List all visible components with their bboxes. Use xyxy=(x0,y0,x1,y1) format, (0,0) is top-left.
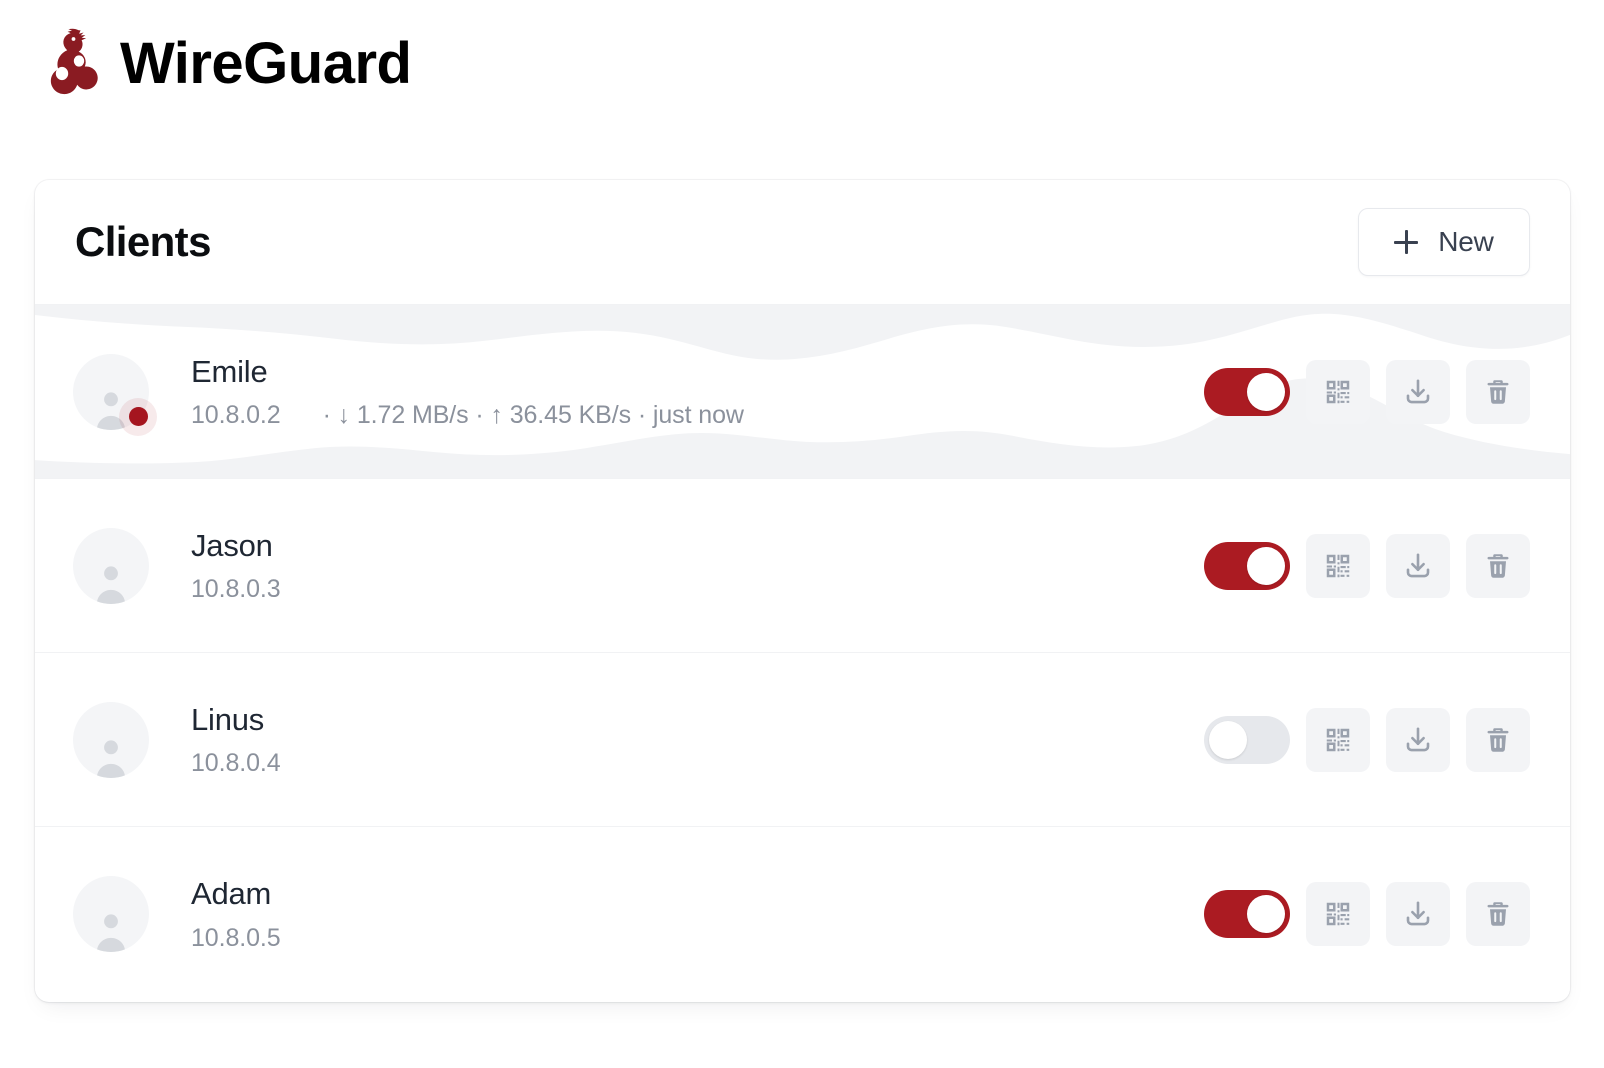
client-subline: 10.8.0.4 xyxy=(191,748,1204,778)
client-actions xyxy=(1204,533,1530,598)
client-row-content: Adam 10.8.0.5 xyxy=(73,875,1530,953)
toggle-knob xyxy=(1247,372,1285,411)
download-icon xyxy=(1403,725,1433,755)
add-client-button-label: New xyxy=(1438,226,1494,257)
download-icon xyxy=(1403,899,1433,929)
client-info: Jason 10.8.0.3 xyxy=(191,527,1204,605)
user-avatar-icon xyxy=(73,527,149,604)
avatar xyxy=(73,876,149,952)
show-qr-button[interactable] xyxy=(1306,359,1370,424)
status-dot-icon xyxy=(119,397,157,436)
client-row[interactable]: Emile 10.8.0.2 · ↓ 1.72 MB/s · ↑ 36.45 K… xyxy=(35,305,1570,479)
avatar xyxy=(73,353,157,436)
client-name: Emile xyxy=(191,353,268,389)
wireguard-dragon-logo-icon xyxy=(40,26,98,102)
client-actions xyxy=(1204,882,1530,946)
client-enable-toggle[interactable] xyxy=(1204,367,1290,416)
trash-icon xyxy=(1483,377,1513,407)
download-config-button[interactable] xyxy=(1386,359,1450,424)
client-ip: 10.8.0.2 xyxy=(191,401,281,430)
client-row[interactable]: Adam 10.8.0.5 xyxy=(35,827,1570,1001)
clients-card-header: Clients New xyxy=(35,180,1570,305)
client-subline: 10.8.0.2 · ↓ 1.72 MB/s · ↑ 36.45 KB/s · … xyxy=(191,400,1204,430)
user-avatar-icon xyxy=(73,701,149,778)
client-row-content: Jason 10.8.0.3 xyxy=(73,527,1530,605)
avatar xyxy=(73,701,149,778)
client-name: Adam xyxy=(191,876,272,912)
delete-client-button[interactable] xyxy=(1466,533,1530,598)
clients-list: Emile 10.8.0.2 · ↓ 1.72 MB/s · ↑ 36.45 K… xyxy=(35,305,1570,1001)
client-row-content: Emile 10.8.0.2 · ↓ 1.72 MB/s · ↑ 36.45 K… xyxy=(73,353,1530,436)
client-actions xyxy=(1204,707,1530,772)
user-avatar-icon xyxy=(73,876,149,952)
qr-code-icon xyxy=(1323,551,1353,581)
toggle-knob xyxy=(1247,895,1285,933)
client-info: Linus 10.8.0.4 xyxy=(191,701,1204,779)
clients-card: Clients New Emile 10.8.0.2 · ↓ 1.72 MB/s… xyxy=(35,180,1570,1002)
client-subline: 10.8.0.3 xyxy=(191,574,1204,604)
delete-client-button[interactable] xyxy=(1466,359,1530,424)
download-config-button[interactable] xyxy=(1386,533,1450,598)
client-ip: 10.8.0.4 xyxy=(191,749,281,778)
app-title: WireGuard xyxy=(120,31,412,96)
client-name: Jason xyxy=(191,527,273,563)
client-name: Linus xyxy=(191,701,265,737)
download-config-button[interactable] xyxy=(1386,707,1450,772)
toggle-knob xyxy=(1209,720,1247,759)
client-enable-toggle[interactable] xyxy=(1204,541,1290,590)
delete-client-button[interactable] xyxy=(1466,882,1530,946)
client-enable-toggle[interactable] xyxy=(1204,715,1290,764)
client-row[interactable]: Jason 10.8.0.3 xyxy=(35,479,1570,653)
delete-client-button[interactable] xyxy=(1466,707,1530,772)
client-ip: 10.8.0.3 xyxy=(191,575,281,604)
show-qr-button[interactable] xyxy=(1306,533,1370,598)
client-info: Adam 10.8.0.5 xyxy=(191,875,1204,953)
client-info: Emile 10.8.0.2 · ↓ 1.72 MB/s · ↑ 36.45 K… xyxy=(191,353,1204,431)
client-transfer-stats: · ↓ 1.72 MB/s · ↑ 36.45 KB/s · just now xyxy=(322,401,744,430)
plus-icon xyxy=(1394,230,1419,254)
qr-code-icon xyxy=(1323,377,1353,407)
show-qr-button[interactable] xyxy=(1306,882,1370,946)
download-icon xyxy=(1403,377,1433,407)
client-ip: 10.8.0.5 xyxy=(191,923,281,952)
client-actions xyxy=(1204,359,1530,424)
qr-code-icon xyxy=(1323,899,1353,929)
page-title: Clients xyxy=(75,218,211,265)
trash-icon xyxy=(1483,551,1513,581)
client-subline: 10.8.0.5 xyxy=(191,923,1204,953)
avatar xyxy=(73,527,149,604)
client-row-content: Linus 10.8.0.4 xyxy=(73,701,1530,779)
trash-icon xyxy=(1483,899,1513,929)
client-enable-toggle[interactable] xyxy=(1204,890,1290,938)
download-icon xyxy=(1403,551,1433,581)
app-brand: WireGuard xyxy=(40,22,412,106)
client-row[interactable]: Linus 10.8.0.4 xyxy=(35,653,1570,827)
trash-icon xyxy=(1483,725,1513,755)
download-config-button[interactable] xyxy=(1386,882,1450,946)
toggle-knob xyxy=(1247,546,1285,585)
show-qr-button[interactable] xyxy=(1306,707,1370,772)
qr-code-icon xyxy=(1323,725,1353,755)
add-client-button[interactable]: New xyxy=(1358,208,1530,276)
